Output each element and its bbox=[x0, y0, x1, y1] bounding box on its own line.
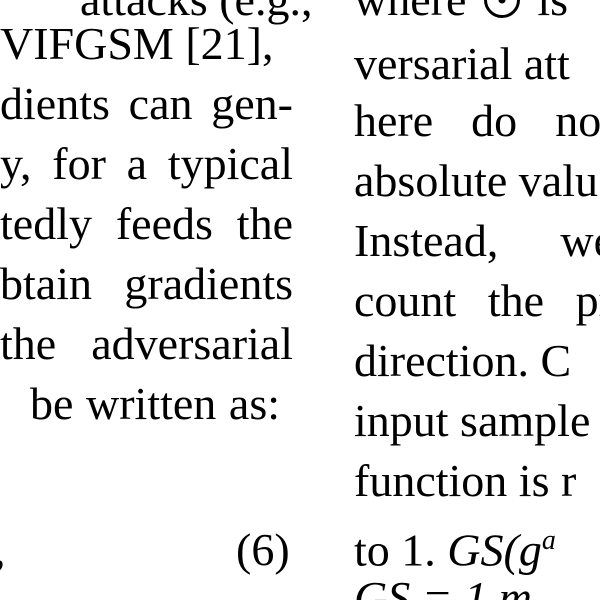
right-line-6: direction. C bbox=[354, 335, 572, 386]
right-line-5: count the pr bbox=[354, 275, 600, 326]
right-line-1: versarial att bbox=[354, 38, 570, 89]
right-line-10: GS = 1 m bbox=[354, 568, 600, 600]
left-line-7: be written as: bbox=[30, 378, 280, 429]
right-line-3: absolute valu bbox=[354, 155, 598, 206]
right-line-0-before: where bbox=[354, 0, 466, 25]
right-line-8: function is r bbox=[354, 455, 577, 506]
left-line-5: btain gradients bbox=[0, 258, 293, 309]
left-line-2: dients can gen- bbox=[0, 78, 293, 129]
right-line-10-math: GS = 1 m bbox=[354, 572, 532, 600]
left-line-6: the adversarial bbox=[0, 318, 293, 369]
right-line-2: here do not bbox=[354, 95, 600, 146]
right-line-9-superscript: a bbox=[541, 525, 556, 556]
paper-page: attacks (e.g., VIFGSM [21], dients can g… bbox=[0, 0, 600, 600]
equation-number: (6) bbox=[236, 524, 290, 575]
equation-comma: , bbox=[0, 520, 6, 580]
left-line-3: y, for a typical bbox=[0, 138, 293, 189]
right-line-0-after: is bbox=[537, 0, 568, 25]
left-line-4: tedly feeds the bbox=[0, 198, 293, 249]
right-line-0: where is bbox=[354, 0, 600, 30]
right-line-7: input sample bbox=[354, 395, 591, 446]
odot-operator-icon bbox=[483, 0, 520, 19]
left-line-1: VIFGSM [21], bbox=[0, 18, 274, 69]
right-line-9: to 1. GS(ga bbox=[354, 511, 600, 575]
right-line-4: Instead, we bbox=[354, 215, 600, 266]
